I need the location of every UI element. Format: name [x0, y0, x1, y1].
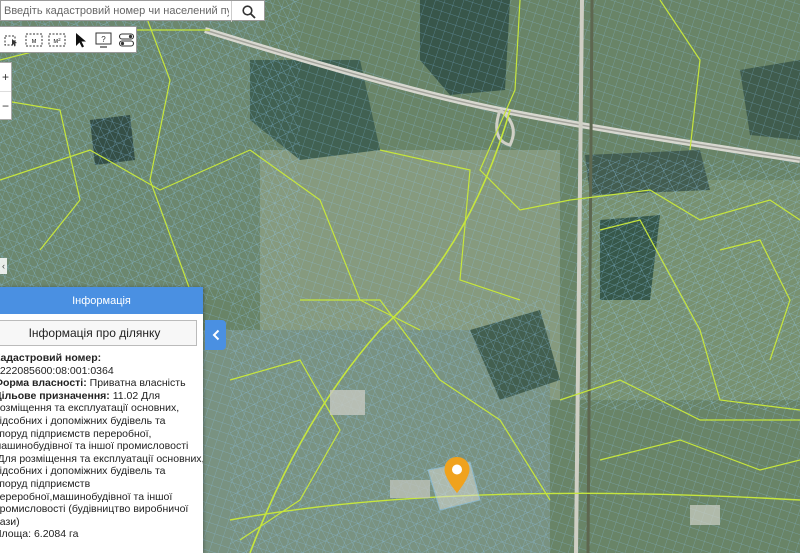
- pointer-button[interactable]: [72, 30, 90, 49]
- measure-area-label: м²: [54, 38, 62, 45]
- zoom-in-button[interactable]: +: [0, 63, 11, 92]
- cadastral-number-value[interactable]: 3222085600:08:001:0364: [0, 365, 203, 378]
- side-expand-button[interactable]: ‹: [0, 258, 7, 274]
- info-panel: Інформація Інформація про ділянку Кадаст…: [0, 287, 203, 553]
- purpose-line: споруд підприємств: [0, 477, 91, 490]
- area-line: Площа: 6.2084 га: [0, 528, 79, 541]
- map-toolbar: м м² ?: [0, 26, 137, 53]
- measure-length-icon: м: [25, 33, 43, 46]
- purpose-label: Цільове призначення:: [0, 389, 110, 402]
- pointer-icon: [75, 32, 86, 47]
- panel-title: Інформація про ділянку: [0, 320, 197, 346]
- pan-tool-button[interactable]: [2, 30, 20, 49]
- measure-length-label: м: [32, 38, 37, 45]
- measure-length-button[interactable]: м: [25, 30, 43, 49]
- purpose-line: переробної,машинобудівної та іншої: [0, 490, 173, 503]
- zoom-out-button[interactable]: −: [0, 92, 11, 120]
- panel-body: Кадастровий номер: 3222085600:08:001:036…: [0, 346, 203, 541]
- cadastral-number-label: Кадастровий номер:: [0, 352, 102, 364]
- search-icon: [242, 4, 256, 19]
- purpose-line: (Для розміщення та експлуатації основних…: [0, 452, 203, 465]
- purpose-line: бази): [0, 515, 20, 528]
- purpose-line: підсобних і допоміжних будівель та: [0, 465, 166, 478]
- chevron-left-icon: [212, 329, 219, 341]
- purpose-line: машинобудівної та іншої промисловості: [0, 440, 189, 453]
- panel-header: Інформація: [0, 287, 203, 314]
- layers-toggle-button[interactable]: [118, 30, 136, 49]
- info-query-icon: ?: [95, 32, 112, 48]
- search-input[interactable]: [1, 1, 229, 20]
- zoom-control: + −: [0, 62, 12, 120]
- ownership-label: Форма власності:: [0, 377, 87, 390]
- ownership-value: Приватна власність: [89, 377, 186, 390]
- purpose-line: споруд підприємств переробної,: [0, 427, 152, 440]
- svg-text:?: ?: [101, 35, 106, 44]
- pan-tool-icon: [4, 35, 18, 46]
- info-query-button[interactable]: ?: [95, 30, 113, 49]
- measure-area-icon: м²: [48, 33, 66, 46]
- purpose-line: промисловості (будівництво виробничої: [0, 503, 189, 516]
- layers-toggle-icon: [118, 32, 134, 47]
- search-bar: [0, 0, 266, 22]
- collapse-panel-button[interactable]: [205, 320, 226, 350]
- location-pin-icon[interactable]: [443, 456, 471, 494]
- purpose-line: розміщення та експлуатації основних,: [0, 402, 180, 415]
- chevron-left-small-icon: ‹: [2, 261, 5, 271]
- purpose-line: 11.02 Для: [112, 389, 161, 402]
- purpose-line: підсобних і допоміжних будівель та: [0, 414, 166, 427]
- measure-area-button[interactable]: м²: [48, 30, 66, 49]
- search-button[interactable]: [231, 1, 266, 22]
